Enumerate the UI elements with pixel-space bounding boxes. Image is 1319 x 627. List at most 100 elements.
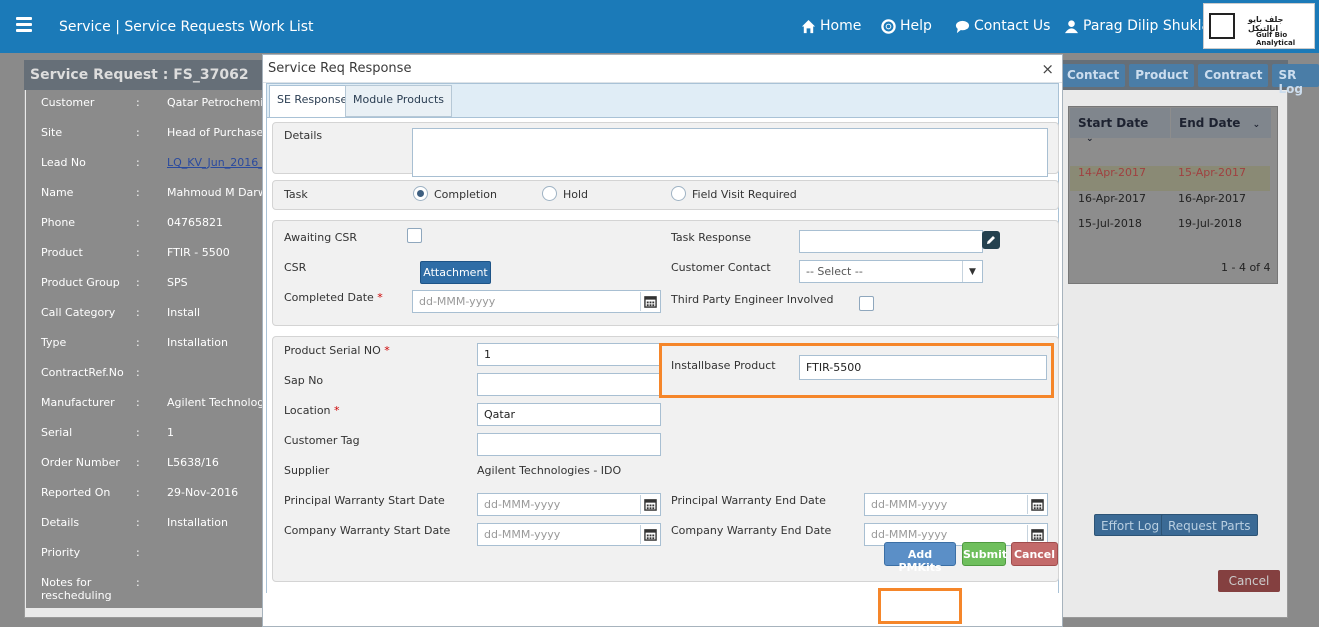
table-cell: 19-Jul-2018: [1178, 217, 1242, 230]
attachment-button[interactable]: Attachment: [420, 261, 491, 284]
tab-contact[interactable]: Contact: [1061, 64, 1126, 87]
info-value: Installation: [167, 516, 228, 529]
nav-user[interactable]: Parag Dilip Shukla: [1064, 18, 1210, 34]
add-pmkits-button[interactable]: Add PMKits: [884, 542, 956, 574]
user-icon: [1064, 19, 1079, 33]
info-colon: :: [136, 456, 140, 469]
info-value: FTIR - 5500: [167, 246, 230, 259]
column-header-start-date[interactable]: Start Date ⌄: [1070, 108, 1170, 144]
info-colon: :: [136, 336, 140, 349]
calendar-icon[interactable]: [640, 292, 659, 311]
info-label: Order Number: [41, 456, 120, 469]
info-colon: :: [136, 216, 140, 229]
table-cell: 15-Apr-2017: [1178, 166, 1247, 179]
request-parts-button[interactable]: Request Parts: [1161, 514, 1258, 536]
info-label: Type: [41, 336, 67, 349]
radio-hold[interactable]: [542, 186, 557, 201]
tab-se-response[interactable]: SE Response: [269, 85, 356, 118]
info-label: Name: [41, 186, 74, 199]
radio-completion[interactable]: [413, 186, 428, 201]
completed-date-input[interactable]: dd-MMM-yyyy: [412, 290, 661, 313]
info-colon: :: [136, 96, 140, 109]
lifebuoy-icon: [881, 18, 896, 34]
info-value[interactable]: LQ_KV_Jun_2016_: [167, 156, 277, 169]
details-textarea[interactable]: [412, 128, 1048, 177]
tab-module-products[interactable]: Module Products: [345, 85, 452, 117]
installbase-highlight-box: [659, 343, 1054, 398]
third-party-engineer-label: Third Party Engineer Involved: [671, 293, 834, 306]
task-response-input[interactable]: [799, 230, 983, 253]
chat-icon: [955, 20, 970, 33]
principal-warranty-start-input[interactable]: dd-MMM-yyyy: [477, 493, 661, 516]
info-label: Product: [41, 246, 83, 259]
info-value: SPS: [167, 276, 188, 289]
info-value: Install: [167, 306, 201, 319]
awaiting-csr-label: Awaiting CSR: [284, 231, 357, 244]
table-cell: 14-Apr-2017: [1078, 166, 1147, 179]
info-colon: :: [136, 246, 140, 259]
info-label: Product Group: [41, 276, 120, 289]
info-value: 29-Nov-2016: [167, 486, 239, 499]
tab-sr-log[interactable]: SR Log: [1272, 64, 1319, 96]
completed-date-label: Completed Date *: [284, 291, 383, 304]
calendar-icon[interactable]: [640, 525, 659, 544]
info-colon: :: [136, 546, 140, 559]
pencil-edit-icon[interactable]: [982, 231, 1000, 249]
product-serial-label: Product Serial NO *: [284, 344, 390, 357]
location-input[interactable]: Qatar: [477, 403, 661, 426]
info-label: Priority: [41, 546, 81, 559]
info-label: Notes for rescheduling: [41, 576, 112, 602]
info-value: Qatar Petrochemical: [167, 96, 277, 109]
principal-warranty-end-input[interactable]: dd-MMM-yyyy: [864, 493, 1048, 516]
tab-contract[interactable]: Contract: [1198, 64, 1269, 87]
info-label: Serial: [41, 426, 73, 439]
calendar-icon[interactable]: [640, 495, 659, 514]
radio-completion-label: Completion: [434, 188, 498, 201]
task-section: Task Completion Hold Field Visit Require…: [272, 180, 1059, 210]
info-colon: :: [136, 396, 140, 409]
task-label: Task: [284, 188, 308, 201]
info-label: Lead No: [41, 156, 86, 169]
table-pager: 1 - 4 of 4: [1221, 261, 1271, 274]
table-cell: 16-Apr-2017: [1078, 192, 1147, 205]
info-colon: :: [136, 306, 140, 319]
effort-log-button[interactable]: Effort Log: [1094, 514, 1167, 536]
radio-field-visit-required[interactable]: [671, 186, 686, 201]
calendar-icon[interactable]: [1027, 495, 1046, 514]
sap-no-input[interactable]: [477, 373, 661, 396]
customer-contact-select[interactable]: -- Select -- ▼: [799, 260, 983, 283]
top-bar: Service | Service Requests Work List Hom…: [0, 0, 1319, 53]
info-value: Agilent Technologies: [167, 396, 277, 409]
location-label: Location *: [284, 404, 340, 417]
product-serial-input[interactable]: 1: [477, 343, 661, 366]
background-tabs: Contact Product Contract SR Log: [1061, 64, 1319, 96]
info-colon: :: [136, 276, 140, 289]
info-value: L5638/16: [167, 456, 219, 469]
details-section: Details: [272, 122, 1059, 177]
nav-contact-us[interactable]: Contact Us: [955, 18, 1050, 34]
info-colon: :: [136, 156, 140, 169]
info-value: 04765821: [167, 216, 223, 229]
hamburger-menu-icon[interactable]: [16, 17, 32, 32]
sort-chevron-icon: ⌄: [1086, 134, 1094, 144]
task-response-label: Task Response: [671, 231, 752, 244]
submit-button[interactable]: Submit: [962, 542, 1007, 566]
dialog-header: Service Req Response ×: [263, 55, 1062, 83]
info-colon: :: [136, 516, 140, 529]
close-icon[interactable]: ×: [1041, 60, 1054, 78]
customer-tag-input[interactable]: [477, 433, 661, 456]
cancel-button[interactable]: Cancel: [1011, 542, 1058, 566]
csr-label: CSR: [284, 261, 307, 274]
sap-no-label: Sap No: [284, 374, 324, 387]
nav-help[interactable]: Help: [881, 18, 932, 34]
company-warranty-start-input[interactable]: dd-MMM-yyyy: [477, 523, 661, 546]
third-party-engineer-checkbox[interactable]: [859, 296, 874, 311]
nav-home[interactable]: Home: [801, 18, 861, 34]
service-request-title: Service Request : FS_37062: [30, 67, 249, 83]
info-value: 1: [167, 426, 174, 439]
awaiting-csr-checkbox[interactable]: [407, 228, 422, 243]
column-header-end-date[interactable]: End Date ⌄: [1171, 108, 1271, 138]
tab-product[interactable]: Product: [1129, 64, 1195, 87]
info-colon: :: [136, 426, 140, 439]
background-cancel-button[interactable]: Cancel: [1218, 570, 1280, 592]
